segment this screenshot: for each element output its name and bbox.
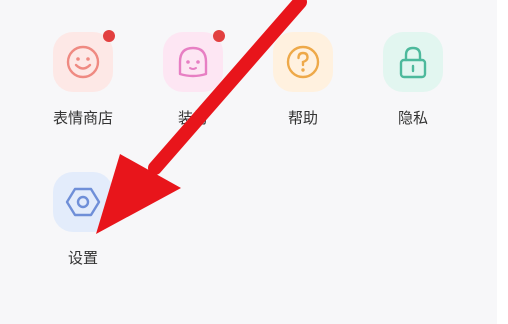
lock-icon xyxy=(383,32,443,92)
grid-item-emoji-store[interactable]: 表情商店 xyxy=(43,30,123,127)
grid-item-privacy[interactable]: 隐私 xyxy=(373,32,453,127)
app-grid-screen: 表情商店 装扮 帮助 隐私 设置 xyxy=(0,0,508,324)
grid-item-label: 设置 xyxy=(67,249,98,267)
grid-item-help[interactable]: 帮助 xyxy=(263,32,343,127)
grid-item-label: 表情商店 xyxy=(52,109,113,127)
question-icon xyxy=(273,32,333,92)
grid-item-dress-up[interactable]: 装扮 xyxy=(153,30,233,127)
hexagon-settings-icon xyxy=(53,172,113,232)
grid-item-settings[interactable]: 设置 xyxy=(43,172,123,267)
right-edge xyxy=(497,0,508,324)
notification-badge xyxy=(213,30,225,42)
ghost-face-icon xyxy=(163,30,225,92)
grid-item-label: 隐私 xyxy=(397,109,428,127)
grid-item-label: 装扮 xyxy=(177,109,208,127)
smiley-face-icon xyxy=(53,30,115,92)
notification-badge xyxy=(103,30,115,42)
grid-item-label: 帮助 xyxy=(287,109,318,127)
